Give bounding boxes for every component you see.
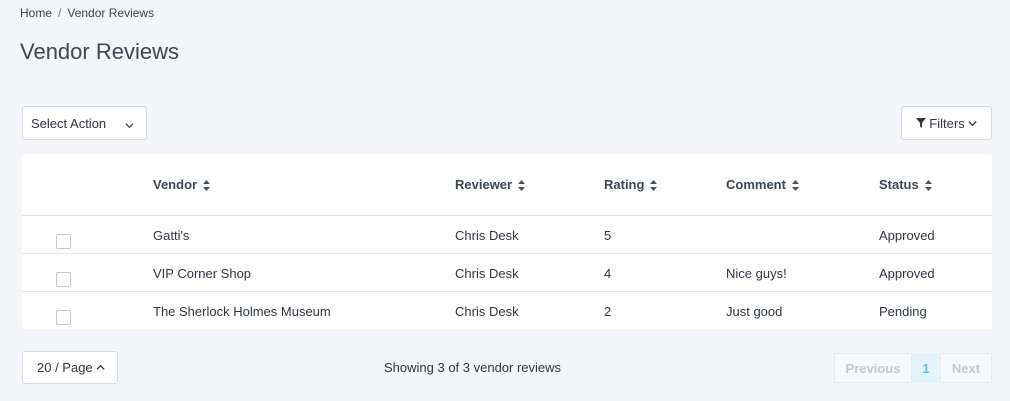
sort-icon: [518, 179, 526, 191]
status-cell: Pending: [879, 304, 927, 319]
select-action-dropdown[interactable]: Select Action: [22, 106, 147, 140]
previous-page-button[interactable]: Previous: [834, 353, 912, 383]
vendor-cell: The Sherlock Holmes Museum: [153, 304, 331, 319]
table-header: Vendor Reviewer Rating Comment Status: [22, 154, 992, 216]
select-action-label: Select Action: [31, 115, 107, 131]
per-page-label: 20 / Page: [37, 360, 93, 375]
reviewer-cell: Chris Desk: [455, 266, 519, 281]
rating-cell: 4: [604, 266, 612, 281]
breadcrumb: Home / Vendor Reviews: [20, 6, 154, 20]
chevron-down-icon: [968, 116, 977, 131]
vendor-cell: VIP Corner Shop: [153, 266, 252, 281]
row-checkbox[interactable]: [56, 272, 71, 287]
column-header-vendor[interactable]: Vendor: [153, 177, 211, 192]
comment-cell: Just good: [726, 304, 783, 319]
breadcrumb-separator: /: [58, 6, 62, 20]
sort-icon: [924, 179, 932, 191]
column-header-reviewer[interactable]: Reviewer: [455, 177, 526, 192]
column-header-rating[interactable]: Rating: [604, 177, 658, 192]
column-header-comment[interactable]: Comment: [726, 177, 799, 192]
comment-cell: Nice guys!: [726, 266, 787, 281]
chevron-down-icon: [125, 118, 134, 133]
row-checkbox[interactable]: [56, 234, 71, 249]
page-number-button[interactable]: 1: [912, 353, 940, 383]
sort-icon: [650, 179, 658, 191]
sort-icon: [791, 179, 799, 191]
status-cell: Approved: [879, 228, 935, 243]
filters-button[interactable]: Filters: [901, 106, 992, 140]
table-row[interactable]: VIP Corner Shop Chris Desk 4 Nice guys! …: [22, 254, 992, 292]
pagination: Previous 1 Next: [834, 353, 992, 383]
status-cell: Approved: [879, 266, 935, 281]
sort-icon: [203, 179, 211, 191]
breadcrumb-home[interactable]: Home: [20, 6, 52, 20]
chevron-up-icon: [96, 360, 105, 375]
vendor-cell: Gatti's: [153, 228, 190, 243]
page: Home / Vendor Reviews Vendor Reviews Sel…: [0, 0, 1010, 401]
filters-label: Filters: [929, 115, 965, 131]
column-header-status[interactable]: Status: [879, 177, 932, 192]
per-page-select[interactable]: 20 / Page: [22, 351, 118, 384]
results-count: Showing 3 of 3 vendor reviews: [384, 360, 562, 375]
page-title: Vendor Reviews: [20, 39, 179, 64]
rating-cell: 5: [604, 228, 612, 243]
next-page-button[interactable]: Next: [940, 353, 992, 383]
reviewer-cell: Chris Desk: [455, 228, 519, 243]
table-row[interactable]: Gatti's Chris Desk 5 Approved: [22, 216, 992, 254]
table-row[interactable]: The Sherlock Holmes Museum Chris Desk 2 …: [22, 292, 992, 330]
rating-cell: 2: [604, 304, 612, 319]
row-checkbox[interactable]: [56, 310, 71, 325]
vendor-reviews-table: Vendor Reviewer Rating Comment Status Ga…: [22, 154, 992, 329]
funnel-icon: [916, 116, 927, 131]
reviewer-cell: Chris Desk: [455, 304, 519, 319]
breadcrumb-current: Vendor Reviews: [67, 6, 155, 20]
